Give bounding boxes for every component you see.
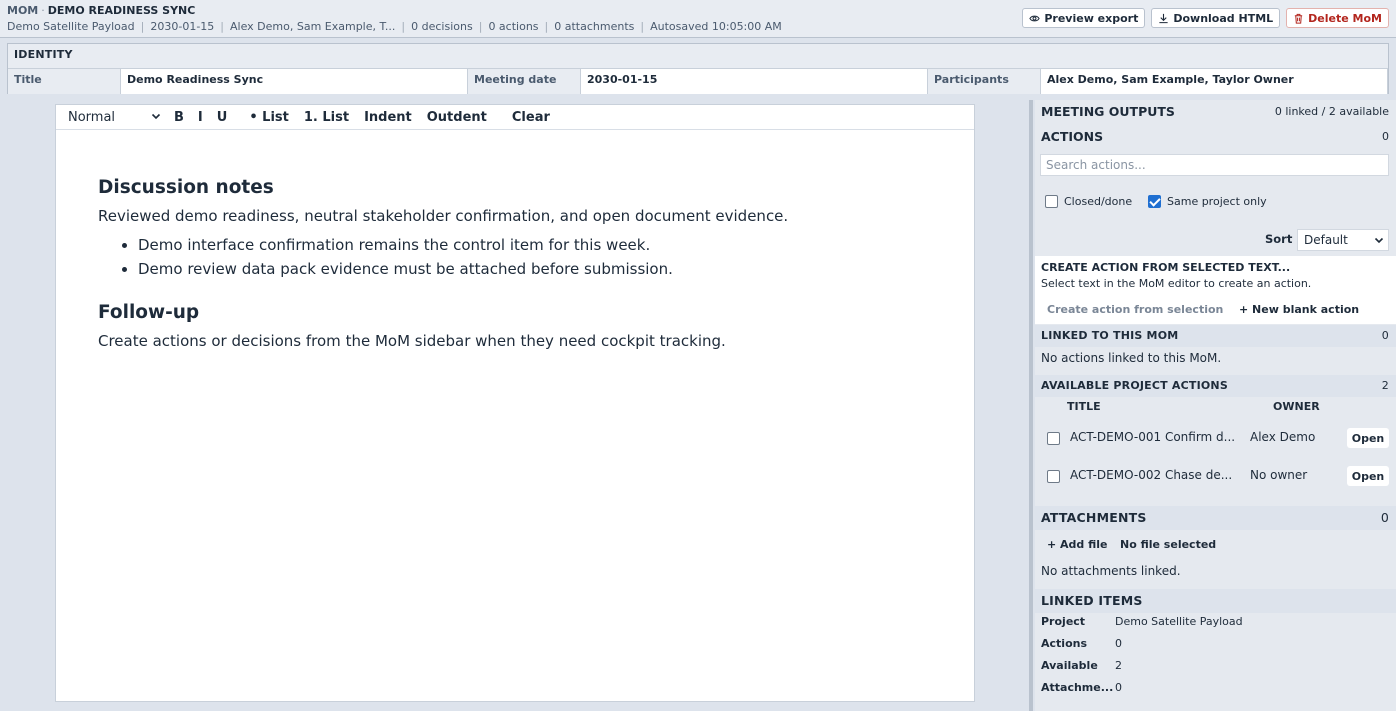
sort-label: Sort <box>1265 232 1293 246</box>
create-action-panel: CREATE ACTION FROM SELECTED TEXT... Sele… <box>1035 256 1396 324</box>
chevron-down-icon <box>1374 237 1384 244</box>
chevron-down-icon <box>151 113 161 120</box>
closed-done-checkbox[interactable] <box>1045 194 1058 208</box>
italic-button[interactable]: I <box>198 110 203 125</box>
column-owner-header: OWNER <box>1273 400 1320 413</box>
preview-export-button[interactable]: Preview export <box>1022 8 1146 28</box>
meeting-outputs-sidebar: MEETING OUTPUTS 0 linked / 2 available A… <box>1035 100 1396 711</box>
same-project-checkbox[interactable] <box>1148 194 1161 208</box>
meta-actions: 0 actions <box>488 20 539 33</box>
table-row[interactable]: ACT-DEMO-002 Chase de... No owner Open <box>1035 461 1396 491</box>
actions-count: 0 <box>1382 130 1389 143</box>
heading-follow-up: Follow-up <box>98 302 200 323</box>
meta-participants: Alex Demo, Sam Example, T... <box>230 20 396 33</box>
bold-button[interactable]: B <box>174 110 184 125</box>
action-owner: No owner <box>1250 468 1308 482</box>
column-title-header: TITLE <box>1067 400 1101 413</box>
delete-mom-button[interactable]: Delete MoM <box>1286 8 1389 28</box>
meta-project: Demo Satellite Payload <box>7 20 135 33</box>
download-icon <box>1159 13 1168 23</box>
action-title: ACT-DEMO-002 Chase de... <box>1070 468 1233 482</box>
paragraph-follow-up: Create actions or decisions from the MoM… <box>98 332 726 350</box>
title-label: Title <box>8 69 120 94</box>
attachments-section-header: ATTACHMENTS 0 <box>1035 506 1396 530</box>
meeting-title: DEMO READINESS SYNC <box>47 4 196 17</box>
closed-done-filter[interactable]: Closed/done <box>1045 194 1132 208</box>
search-actions-input[interactable]: Search actions... <box>1040 154 1389 176</box>
outputs-heading: MEETING OUTPUTS <box>1041 104 1175 119</box>
linked-item-value: Demo Satellite Payload <box>1115 615 1243 628</box>
sort-select[interactable]: Default <box>1297 229 1389 251</box>
linked-item-label: Attachme... <box>1041 681 1114 694</box>
bullet-list-button[interactable]: • List <box>249 110 289 125</box>
linked-count: 0 <box>1381 329 1389 342</box>
meta-decisions: 0 decisions <box>411 20 473 33</box>
attachments-empty-text: No attachments linked. <box>1041 564 1181 578</box>
editor-toolbar: Normal B I U • List 1. List Indent Outde… <box>56 105 974 130</box>
linked-item-label: Project <box>1041 615 1086 628</box>
linked-empty-text: No actions linked to this MoM. <box>1041 351 1222 365</box>
trash-icon <box>1295 13 1303 24</box>
linked-item-label: Available <box>1041 659 1098 672</box>
table-row[interactable]: ACT-DEMO-001 Confirm d... Alex Demo Open <box>1035 423 1396 453</box>
underline-button[interactable]: U <box>217 110 228 125</box>
page-header: MOM · DEMO READINESS SYNC Demo Satellite P… <box>0 0 1396 38</box>
identity-panel: IDENTITY Title Demo Readiness Sync Meeti… <box>7 43 1389 94</box>
action-title: ACT-DEMO-001 Confirm d... <box>1070 430 1236 444</box>
list-item: Demo interface confirmation remains the … <box>138 233 938 257</box>
indent-button[interactable]: Indent <box>364 110 412 125</box>
linked-item-value: 0 <box>1115 681 1122 694</box>
available-count: 2 <box>1381 379 1389 392</box>
numbered-list-button[interactable]: 1. List <box>304 110 349 125</box>
row-select-checkbox[interactable] <box>1047 432 1060 445</box>
panel-splitter[interactable] <box>1029 100 1033 711</box>
meta-date: 2030-01-15 <box>150 20 215 33</box>
paragraph-style-select[interactable]: Normal <box>64 106 164 128</box>
row-select-checkbox[interactable] <box>1047 470 1060 483</box>
meeting-date-field[interactable]: 2030-01-15 <box>580 69 928 94</box>
outputs-summary: 0 linked / 2 available <box>1274 105 1389 118</box>
actions-heading: ACTIONS <box>1041 129 1104 144</box>
meta-autosave: Autosaved 10:05:00 AM <box>650 20 782 33</box>
outdent-button[interactable]: Outdent <box>427 110 487 125</box>
meta-attachments: 0 attachments <box>554 20 635 33</box>
participants-field[interactable]: Alex Demo, Sam Example, Taylor Owner <box>1040 69 1388 94</box>
open-action-button[interactable]: Open <box>1347 466 1389 486</box>
meeting-date-label: Meeting date <box>468 69 580 94</box>
create-from-selection-button[interactable]: Create action from selection <box>1047 303 1223 316</box>
paragraph-discussion: Reviewed demo readiness, neutral stakeho… <box>98 207 789 225</box>
mom-editor[interactable]: Normal B I U • List 1. List Indent Outde… <box>55 104 975 702</box>
heading-discussion: Discussion notes <box>98 177 274 198</box>
list-item: Demo review data pack evidence must be a… <box>138 257 938 281</box>
bullet-list: Demo interface confirmation remains the … <box>138 233 938 281</box>
editor-content[interactable]: Discussion notes Reviewed demo readiness… <box>98 177 938 353</box>
file-status: No file selected <box>1120 538 1217 551</box>
eye-icon <box>1029 15 1041 21</box>
clear-format-button[interactable]: Clear <box>512 110 550 125</box>
download-html-button[interactable]: Download HTML <box>1151 8 1281 28</box>
linked-item-value: 2 <box>1115 659 1122 672</box>
linked-item-label: Actions <box>1041 637 1087 650</box>
page-kind: MOM <box>7 4 39 17</box>
linked-item-value: 0 <box>1115 637 1122 650</box>
action-owner: Alex Demo <box>1250 430 1316 444</box>
meta-line: Demo Satellite Payload | 2030-01-15 | Alex D… <box>7 20 782 33</box>
same-project-filter[interactable]: Same project only <box>1148 194 1267 208</box>
new-blank-action-button[interactable]: + New blank action <box>1239 303 1359 316</box>
title-field[interactable]: Demo Readiness Sync <box>120 69 468 94</box>
page-title: MOM · DEMO READINESS SYNC <box>7 4 196 17</box>
create-action-heading: CREATE ACTION FROM SELECTED TEXT... <box>1041 261 1291 274</box>
attachments-count: 0 <box>1380 510 1389 525</box>
participants-label: Participants <box>928 69 1040 94</box>
linked-items-section-header: LINKED ITEMS <box>1035 589 1396 613</box>
linked-section-header: LINKED TO THIS MOM 0 <box>1035 325 1396 347</box>
identity-heading: IDENTITY <box>14 48 73 61</box>
open-action-button[interactable]: Open <box>1347 428 1389 448</box>
add-file-button[interactable]: + Add file <box>1047 538 1108 551</box>
available-section-header: AVAILABLE PROJECT ACTIONS 2 <box>1035 375 1396 397</box>
create-action-hint: Select text in the MoM editor to create … <box>1041 277 1312 290</box>
